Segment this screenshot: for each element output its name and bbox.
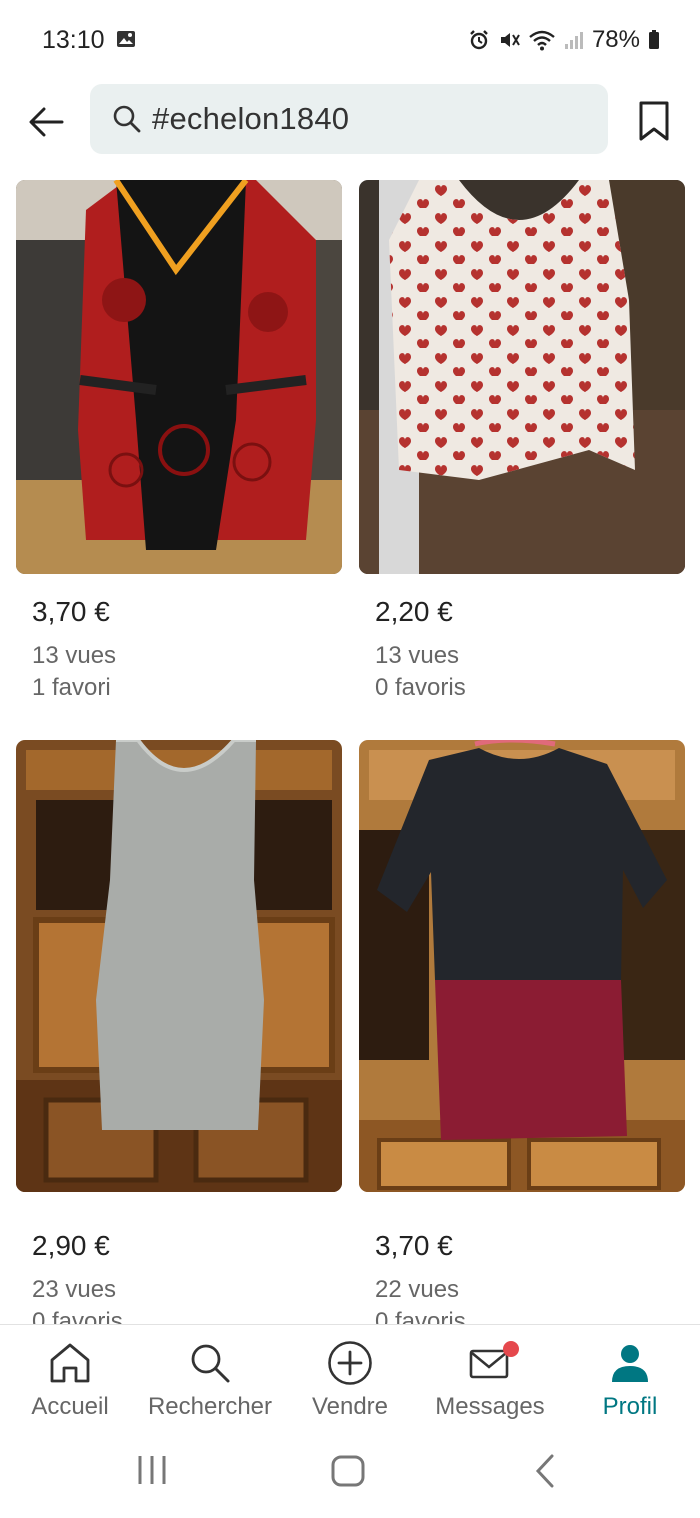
item-card[interactable]: 3,70 € 22 vues 0 favoris (359, 740, 685, 1324)
system-back-button[interactable] (530, 1454, 560, 1488)
item-favorites: 0 favoris (375, 674, 466, 701)
status-bar: 13:10 78% (0, 0, 700, 80)
battery-level: 78% (591, 26, 640, 53)
nav-home[interactable]: Accueil (0, 1325, 140, 1433)
recent-apps-button[interactable] (134, 1454, 170, 1486)
battery-icon (648, 30, 660, 50)
status-indicators: 78% (468, 26, 660, 54)
nav-home-label: Accueil (31, 1393, 109, 1420)
search-header: #echelon1840 (0, 80, 700, 166)
item-grid: 3,70 € 13 vues 1 favori 2,20 € 13 vues 0… (0, 180, 700, 1324)
item-views: 13 vues (375, 642, 460, 669)
nav-profile[interactable]: Profil (560, 1325, 700, 1433)
item-price: 2,90 € (32, 1230, 110, 1261)
back-button[interactable] (22, 98, 70, 146)
chevron-left-icon (535, 1454, 554, 1488)
item-favorites: 1 favori (32, 674, 111, 701)
home-square-icon (331, 1455, 365, 1487)
arrow-left-icon (29, 107, 64, 137)
nav-sell-label: Vendre (311, 1393, 389, 1420)
mail-icon (469, 1341, 519, 1385)
save-search-button[interactable] (630, 96, 678, 146)
mute-icon (498, 29, 520, 51)
unread-badge (503, 1341, 519, 1357)
item-favorites: 0 favoris (32, 1308, 123, 1324)
plus-circle-icon (327, 1341, 373, 1385)
bottom-navigation: Accueil Rechercher Vendre Messages Profi… (0, 1324, 700, 1433)
item-photo[interactable] (359, 740, 685, 1192)
status-time: 13:10 (42, 26, 105, 54)
item-photo[interactable] (16, 740, 342, 1192)
item-photo[interactable] (16, 180, 342, 574)
search-query: #echelon1840 (152, 101, 350, 136)
nav-search-label: Rechercher (147, 1393, 273, 1420)
search-icon (189, 1341, 231, 1385)
home-icon (48, 1341, 92, 1385)
item-price: 3,70 € (32, 596, 110, 627)
item-price: 3,70 € (375, 1230, 453, 1261)
item-views: 13 vues (32, 642, 117, 669)
nav-profile-label: Profil (602, 1393, 658, 1420)
signal-icon (564, 30, 584, 50)
recent-apps-icon (138, 1456, 166, 1484)
nav-messages-label: Messages (435, 1393, 545, 1420)
nav-messages[interactable]: Messages (420, 1325, 560, 1433)
item-photo[interactable] (359, 180, 685, 574)
wifi-icon (528, 29, 556, 51)
system-navigation (0, 1432, 700, 1518)
gallery-notification-icon (116, 30, 136, 48)
search-icon (112, 104, 142, 134)
bookmark-icon (639, 101, 669, 141)
item-views: 22 vues (375, 1276, 460, 1303)
item-views: 23 vues (32, 1276, 117, 1303)
item-card[interactable]: 2,20 € 13 vues 0 favoris (359, 180, 685, 701)
profile-icon (609, 1341, 651, 1385)
alarm-icon (468, 29, 490, 51)
item-card[interactable]: 3,70 € 13 vues 1 favori (16, 180, 342, 701)
nav-sell[interactable]: Vendre (280, 1325, 420, 1433)
item-favorites: 0 favoris (375, 1308, 466, 1324)
home-button[interactable] (330, 1454, 366, 1488)
item-card[interactable]: 2,90 € 23 vues 0 favoris (16, 740, 342, 1324)
search-input[interactable]: #echelon1840 (90, 84, 608, 154)
item-price: 2,20 € (375, 596, 453, 627)
nav-search[interactable]: Rechercher (140, 1325, 280, 1433)
